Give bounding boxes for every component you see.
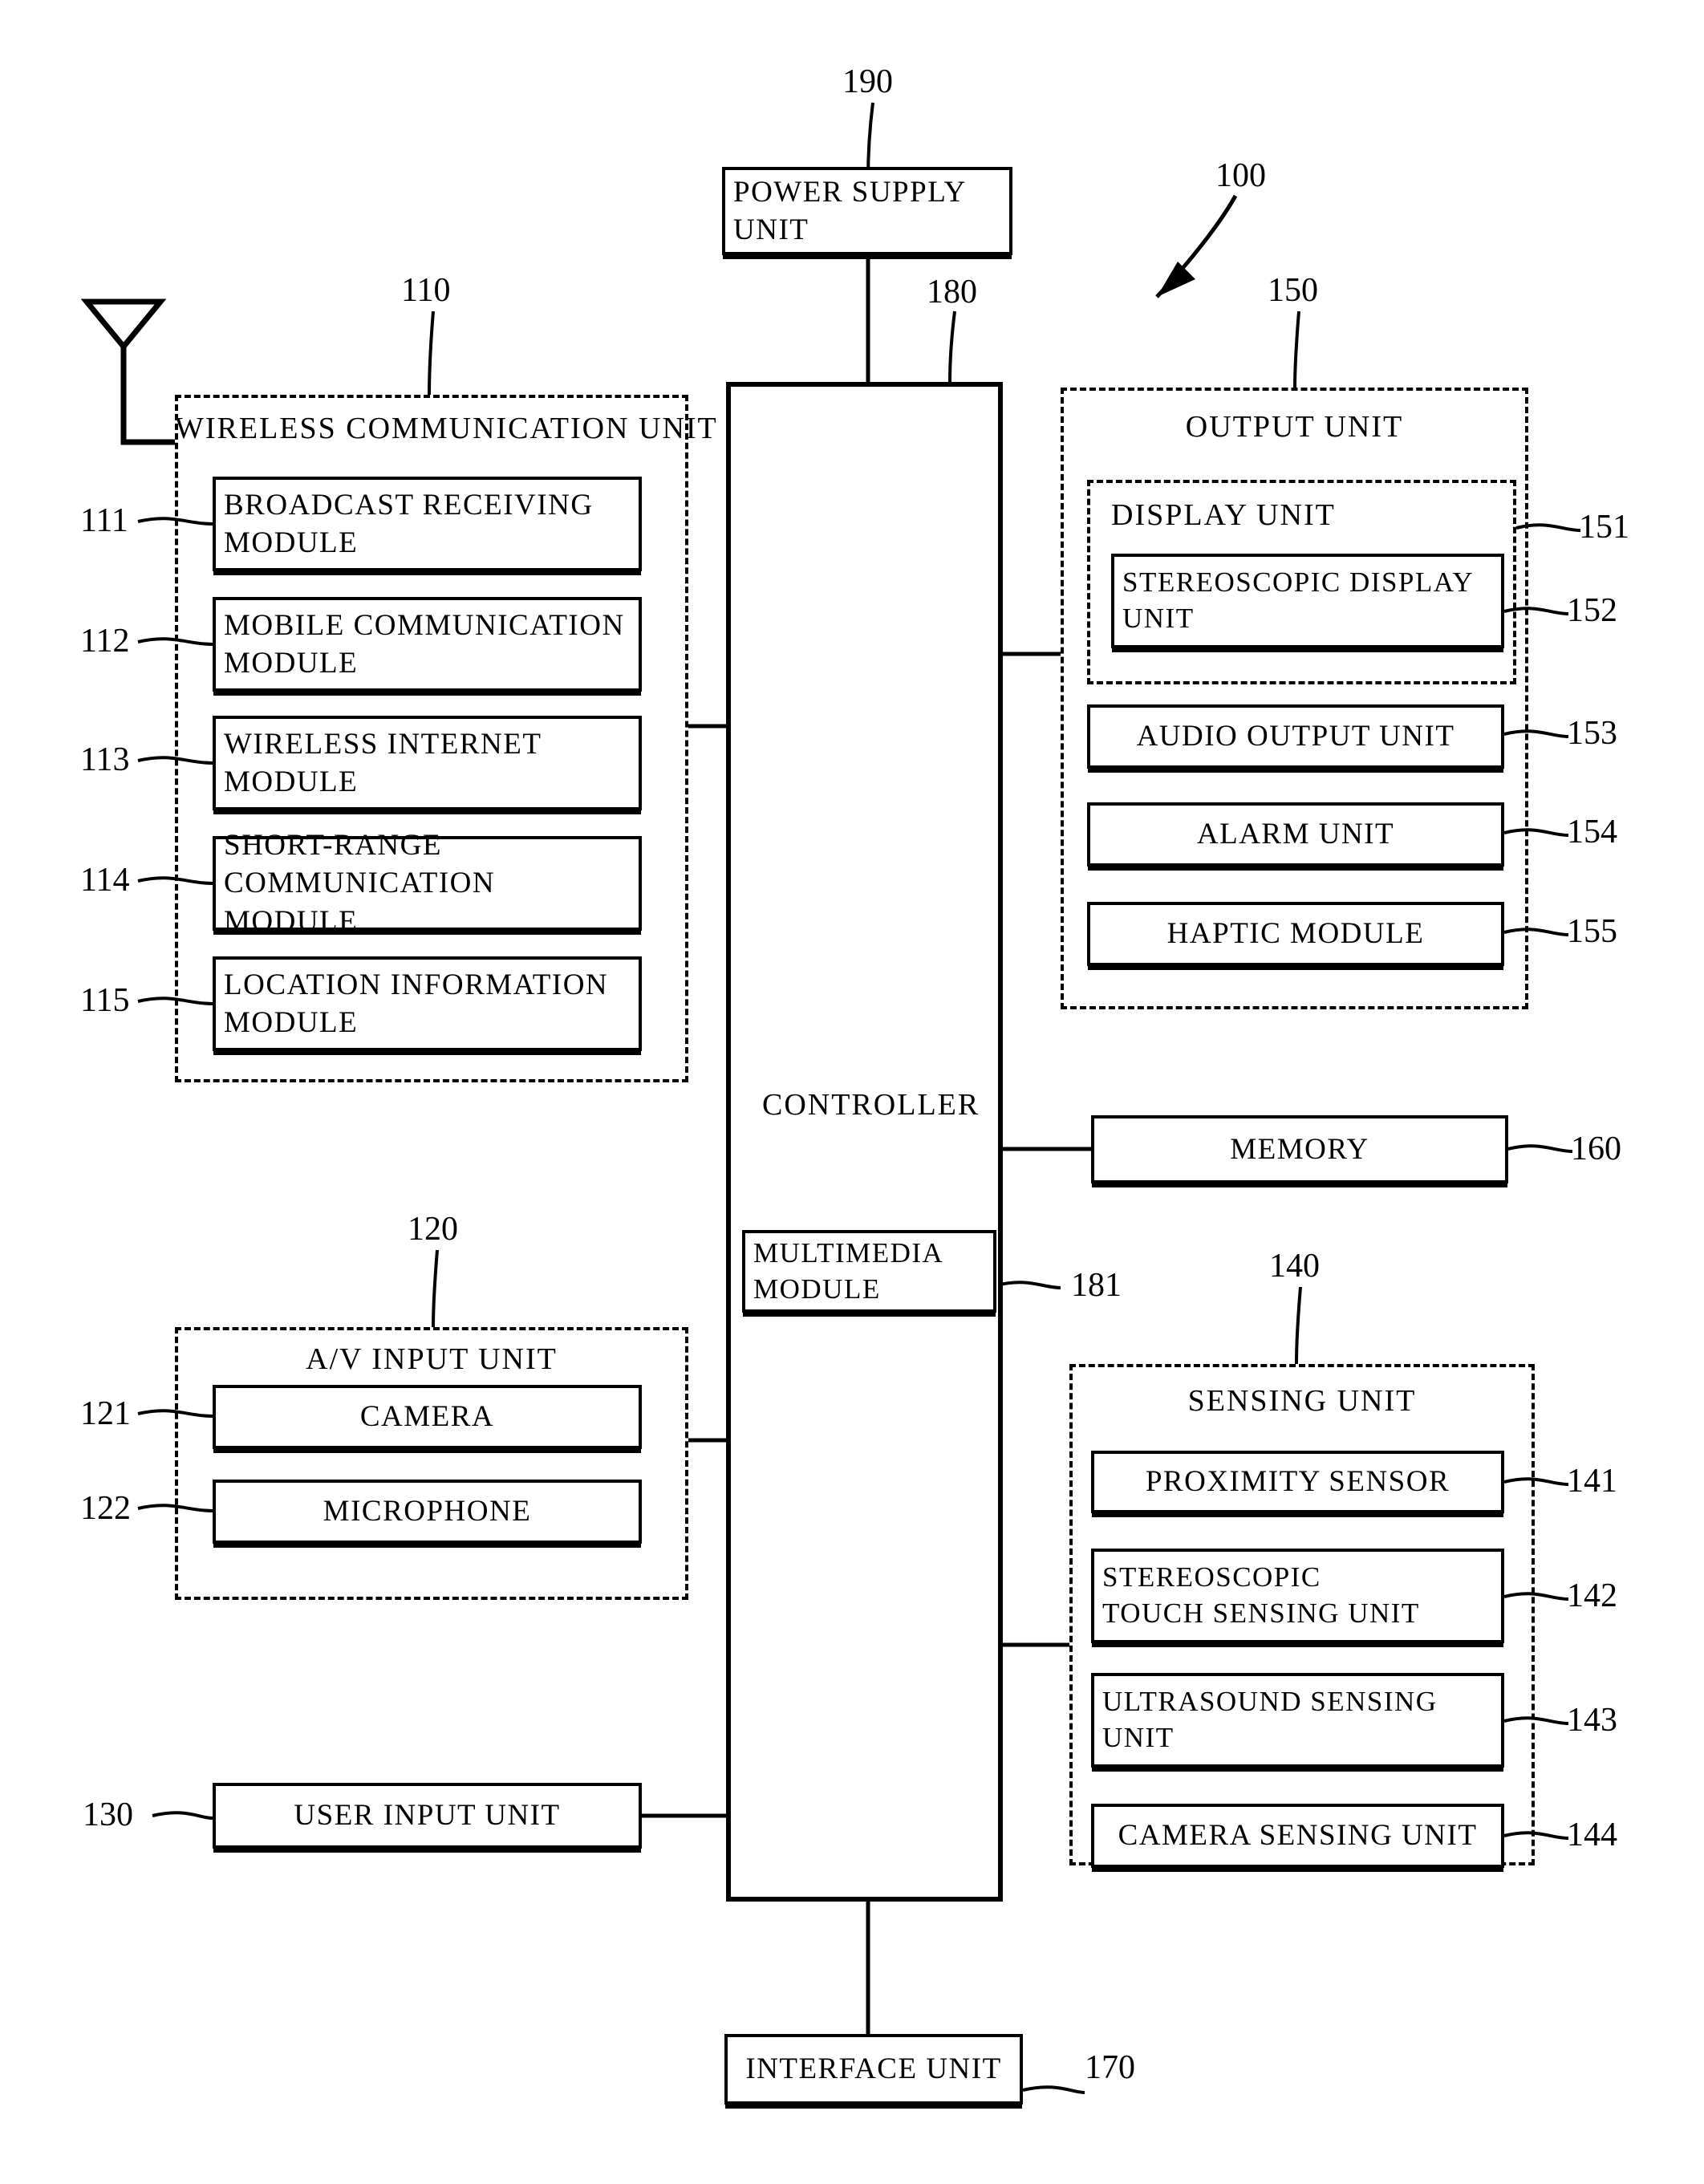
stereoscopic-touch-sensing-unit-box[interactable]: STEREOSCOPIC TOUCH SENSING UNIT — [1091, 1549, 1504, 1643]
stereoscopic-touch-sensing-unit-label: STEREOSCOPIC TOUCH SENSING UNIT — [1102, 1561, 1420, 1629]
ref-115: 115 — [80, 982, 130, 1019]
multimedia-module-label: MULTIMEDIA MODULE — [753, 1236, 944, 1305]
ref-112: 112 — [80, 623, 130, 660]
audio-output-unit-label: AUDIO OUTPUT UNIT — [1136, 720, 1455, 753]
alarm-unit-label: ALARM UNIT — [1196, 818, 1395, 851]
ref-144: 144 — [1567, 1817, 1617, 1853]
ref-153: 153 — [1567, 715, 1617, 752]
ultrasound-sensing-unit-label: ULTRASOUND SENSING UNIT — [1102, 1686, 1438, 1753]
ref-111: 111 — [80, 502, 128, 539]
controller-box[interactable] — [726, 382, 1003, 1902]
haptic-module-box[interactable]: HAPTIC MODULE — [1087, 902, 1504, 966]
controller-label: CONTROLLER — [762, 1088, 980, 1122]
sensing-unit-title: SENSING UNIT — [1187, 1384, 1417, 1418]
ref-122: 122 — [80, 1490, 131, 1527]
ref-100: 100 — [1215, 157, 1266, 194]
power-supply-unit-label: POWER SUPPLY UNIT — [733, 175, 967, 246]
audio-output-unit-box[interactable]: AUDIO OUTPUT UNIT — [1087, 704, 1504, 769]
proximity-sensor-label: PROXIMITY SENSOR — [1145, 1465, 1450, 1499]
wireless-internet-module-label: WIRELESS INTERNET MODULE — [224, 727, 542, 798]
ref-143: 143 — [1567, 1702, 1617, 1739]
ref-160: 160 — [1571, 1131, 1621, 1167]
user-input-unit-box[interactable]: USER INPUT UNIT — [213, 1783, 642, 1849]
mobile-communication-module-box[interactable]: MOBILE COMMUNICATION MODULE — [213, 597, 642, 692]
patent-figure-canvas: POWER SUPPLY UNIT 190 100 CONTROLLER 180… — [0, 0, 1704, 2184]
short-range-communication-module-label: SHORT-RANGE COMMUNICATION MODULE — [224, 828, 496, 938]
ref-120: 120 — [408, 1211, 458, 1248]
mobile-communication-module-label: MOBILE COMMUNICATION MODULE — [224, 608, 625, 680]
ref-151: 151 — [1579, 509, 1629, 546]
ref-141: 141 — [1567, 1463, 1617, 1500]
ref-180: 180 — [927, 274, 977, 311]
alarm-unit-box[interactable]: ALARM UNIT — [1087, 802, 1504, 867]
camera-sensing-unit-label: CAMERA SENSING UNIT — [1118, 1819, 1478, 1853]
microphone-label: MICROPHONE — [323, 1495, 532, 1528]
location-information-module-box[interactable]: LOCATION INFORMATION MODULE — [213, 956, 642, 1051]
ref-155: 155 — [1567, 913, 1617, 950]
wireless-communication-unit-title: WIRELESS COMMUNICATION UNIT — [175, 412, 718, 445]
display-unit-title: DISPLAY UNIT — [1111, 498, 1336, 532]
stereoscopic-display-unit-label: STEREOSCOPIC DISPLAY UNIT — [1122, 566, 1475, 634]
ref-181: 181 — [1071, 1267, 1122, 1304]
ref-114: 114 — [80, 862, 130, 899]
broadcast-receiving-module-label: BROADCAST RECEIVING MODULE — [224, 488, 594, 559]
multimedia-module-box[interactable]: MULTIMEDIA MODULE — [742, 1230, 996, 1313]
ref-154: 154 — [1567, 814, 1617, 850]
power-supply-unit-box[interactable]: POWER SUPPLY UNIT — [722, 167, 1012, 255]
proximity-sensor-box[interactable]: PROXIMITY SENSOR — [1091, 1451, 1504, 1513]
ref-121: 121 — [80, 1395, 131, 1432]
ref-152: 152 — [1567, 592, 1617, 629]
camera-label: CAMERA — [359, 1400, 495, 1434]
ref-110: 110 — [401, 272, 451, 309]
haptic-module-label: HAPTIC MODULE — [1166, 917, 1425, 951]
ref-130: 130 — [83, 1796, 133, 1833]
ref-140: 140 — [1269, 1248, 1320, 1285]
ultrasound-sensing-unit-box[interactable]: ULTRASOUND SENSING UNIT — [1091, 1673, 1504, 1768]
ref-150: 150 — [1268, 272, 1318, 309]
ref-142: 142 — [1567, 1577, 1617, 1614]
location-information-module-label: LOCATION INFORMATION MODULE — [224, 968, 609, 1039]
interface-unit-label: INTERFACE UNIT — [745, 2052, 1002, 2086]
ref-190: 190 — [842, 63, 893, 100]
microphone-box[interactable]: MICROPHONE — [213, 1480, 642, 1544]
output-unit-title: OUTPUT UNIT — [1185, 410, 1404, 444]
av-input-unit-title: A/V INPUT UNIT — [306, 1342, 558, 1376]
ref-170: 170 — [1085, 2049, 1135, 2086]
ref-113: 113 — [80, 741, 130, 778]
memory-label: MEMORY — [1230, 1132, 1369, 1166]
memory-box[interactable]: MEMORY — [1091, 1115, 1508, 1183]
camera-box[interactable]: CAMERA — [213, 1385, 642, 1449]
interface-unit-box[interactable]: INTERFACE UNIT — [724, 2034, 1023, 2105]
camera-sensing-unit-box[interactable]: CAMERA SENSING UNIT — [1091, 1804, 1504, 1868]
short-range-communication-module-box[interactable]: SHORT-RANGE COMMUNICATION MODULE — [213, 829, 642, 938]
stereoscopic-display-unit-box[interactable]: STEREOSCOPIC DISPLAY UNIT — [1111, 554, 1504, 648]
user-input-unit-label: USER INPUT UNIT — [294, 1799, 561, 1833]
wireless-internet-module-box[interactable]: WIRELESS INTERNET MODULE — [213, 716, 642, 810]
broadcast-receiving-module-box[interactable]: BROADCAST RECEIVING MODULE — [213, 477, 642, 571]
